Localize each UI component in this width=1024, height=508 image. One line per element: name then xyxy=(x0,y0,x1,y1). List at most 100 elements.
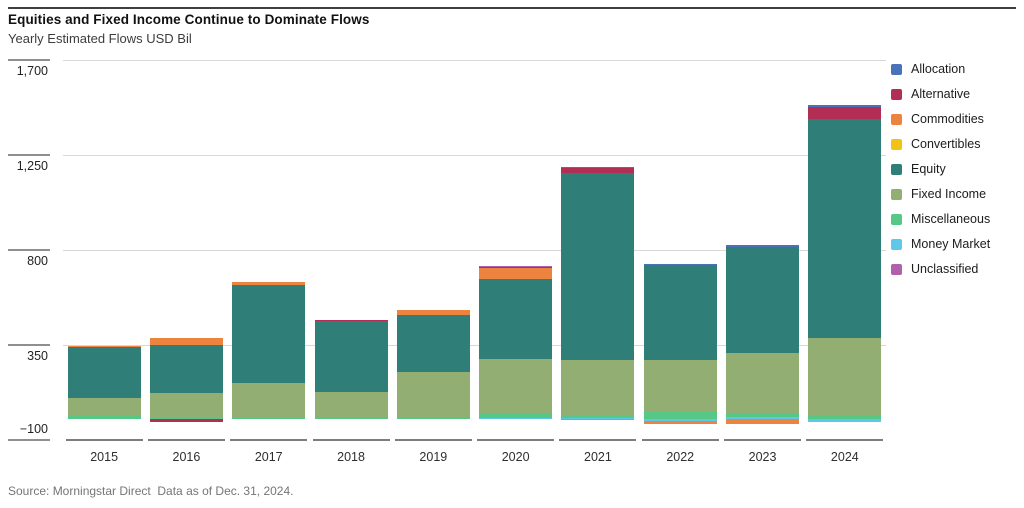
x-axis-tick-2015 xyxy=(66,439,143,442)
bar-segment-fixed-income-2019 xyxy=(397,372,470,417)
x-tick-label-2017: 2017 xyxy=(228,450,310,464)
legend-label-fixed-income: Fixed Income xyxy=(911,187,986,201)
bar-segment-alternative-2021 xyxy=(561,168,634,173)
bar-segment-equity-2021 xyxy=(561,173,634,360)
bar-segment-allocation-2021 xyxy=(561,167,634,168)
bar-segment-equity-2018 xyxy=(315,321,388,392)
bar-segment-miscellaneous-2019 xyxy=(397,417,470,419)
gridline-1250 xyxy=(63,155,886,156)
bar-segment-miscellaneous-2021 xyxy=(561,416,634,418)
bar-segment-fixed-income-2017 xyxy=(232,383,305,417)
bar-segment-equity-2023 xyxy=(726,247,799,352)
y-tick-label-350: 350 xyxy=(0,349,48,363)
bar-segment-miscellaneous-2023 xyxy=(726,414,799,417)
bar-segment-alternative-2024 xyxy=(808,107,881,119)
bar-segment-fixed-income-2023 xyxy=(726,353,799,414)
bar-segment-money-market-2024 xyxy=(808,419,881,422)
bar-segment-commodities-2020 xyxy=(479,268,552,279)
y-axis-tick--100 xyxy=(8,439,50,441)
x-tick-label-2022: 2022 xyxy=(639,450,721,464)
bar-segment-fixed-income-2022 xyxy=(644,360,717,412)
bar-segment-commodities-2021 xyxy=(561,419,634,420)
bar-segment-alternative-2018 xyxy=(315,320,388,321)
bar-segment-commodities-2022 xyxy=(644,421,717,424)
y-tick-label-800: 800 xyxy=(0,254,48,268)
bar-segment-fixed-income-2021 xyxy=(561,360,634,415)
legend-swatch-unclassified xyxy=(891,264,902,275)
legend-item-miscellaneous: Miscellaneous xyxy=(891,212,990,226)
legend-label-alternative: Alternative xyxy=(911,87,970,101)
legend-item-allocation: Allocation xyxy=(891,62,990,76)
bar-segment-money-market-2020 xyxy=(479,418,552,419)
bar-segment-allocation-2024 xyxy=(808,105,881,108)
legend-item-commodities: Commodities xyxy=(891,112,990,126)
bar-segment-fixed-income-2020 xyxy=(479,359,552,415)
x-axis-tick-2018 xyxy=(313,439,390,442)
bar-segment-allocation-2022 xyxy=(644,264,717,266)
x-axis-tick-2020 xyxy=(477,439,554,442)
legend-item-convertibles: Convertibles xyxy=(891,137,990,151)
bar-segment-commodities-2015 xyxy=(68,346,141,347)
gridline-1700 xyxy=(63,60,886,61)
legend-item-alternative: Alternative xyxy=(891,87,990,101)
x-tick-label-2020: 2020 xyxy=(475,450,557,464)
x-tick-label-2021: 2021 xyxy=(557,450,639,464)
bar-segment-miscellaneous-2022 xyxy=(644,412,717,419)
legend-swatch-alternative xyxy=(891,89,902,100)
legend-swatch-allocation xyxy=(891,64,902,75)
bar-segment-fixed-income-2018 xyxy=(315,392,388,418)
bar-segment-equity-2019 xyxy=(397,315,470,372)
y-axis-tick-1250 xyxy=(8,154,50,156)
y-tick-label-1250: 1,250 xyxy=(0,159,48,173)
legend-swatch-fixed-income xyxy=(891,189,902,200)
y-axis-tick-800 xyxy=(8,249,50,251)
bar-segment-unclassified-2020 xyxy=(479,266,552,267)
top-rule-divider xyxy=(8,7,1016,9)
legend-label-convertibles: Convertibles xyxy=(911,137,980,151)
bar-segment-miscellaneous-2020 xyxy=(479,414,552,418)
legend-swatch-equity xyxy=(891,164,902,175)
bar-segment-equity-2022 xyxy=(644,265,717,360)
x-tick-label-2023: 2023 xyxy=(721,450,803,464)
y-axis-tick-1700 xyxy=(8,59,50,61)
legend-item-money-market: Money Market xyxy=(891,237,990,251)
chart-legend: Allocation Alternative Commodities Converti… xyxy=(891,62,990,287)
bar-segment-equity-2020 xyxy=(479,279,552,358)
x-tick-label-2018: 2018 xyxy=(310,450,392,464)
bar-segment-commodities-2016 xyxy=(150,338,223,345)
x-axis-tick-2024 xyxy=(806,439,883,442)
bar-segment-commodities-2023 xyxy=(726,419,799,424)
bar-segment-miscellaneous-2018 xyxy=(315,417,388,418)
legend-label-equity: Equity xyxy=(911,162,946,176)
bar-segment-equity-2024 xyxy=(808,119,881,338)
x-tick-label-2024: 2024 xyxy=(804,450,886,464)
x-axis-tick-2016 xyxy=(148,439,225,442)
x-axis-tick-2017 xyxy=(230,439,307,442)
y-tick-label-1700: 1,700 xyxy=(0,64,48,78)
bar-segment-alternative-2016 xyxy=(150,419,223,422)
bar-segment-equity-2017 xyxy=(232,285,305,383)
y-tick-label--100: −100 xyxy=(0,422,48,436)
flows-chart-page: Equities and Fixed Income Continue to Do… xyxy=(0,0,1024,508)
bar-segment-commodities-2017 xyxy=(232,282,305,285)
legend-item-unclassified: Unclassified xyxy=(891,262,990,276)
legend-label-money-market: Money Market xyxy=(911,237,990,251)
bar-segment-fixed-income-2016 xyxy=(150,393,223,418)
legend-label-unclassified: Unclassified xyxy=(911,262,978,276)
bar-segment-equity-2015 xyxy=(68,347,141,398)
chart-subtitle: Yearly Estimated Flows USD Bil xyxy=(8,31,192,46)
y-axis-tick-350 xyxy=(8,344,50,346)
bar-segment-fixed-income-2015 xyxy=(68,398,141,416)
chart-title: Equities and Fixed Income Continue to Do… xyxy=(8,12,369,27)
x-axis-tick-2021 xyxy=(559,439,636,442)
bar-segment-equity-2016 xyxy=(150,345,223,393)
bar-segment-fixed-income-2024 xyxy=(808,338,881,415)
bar-segment-miscellaneous-2017 xyxy=(232,418,305,419)
bar-segment-miscellaneous-2015 xyxy=(68,416,141,419)
legend-swatch-commodities xyxy=(891,114,902,125)
x-axis-tick-2023 xyxy=(724,439,801,442)
x-tick-label-2016: 2016 xyxy=(145,450,227,464)
bar-segment-alternative-2020 xyxy=(479,267,552,268)
legend-label-commodities: Commodities xyxy=(911,112,984,126)
legend-swatch-convertibles xyxy=(891,139,902,150)
